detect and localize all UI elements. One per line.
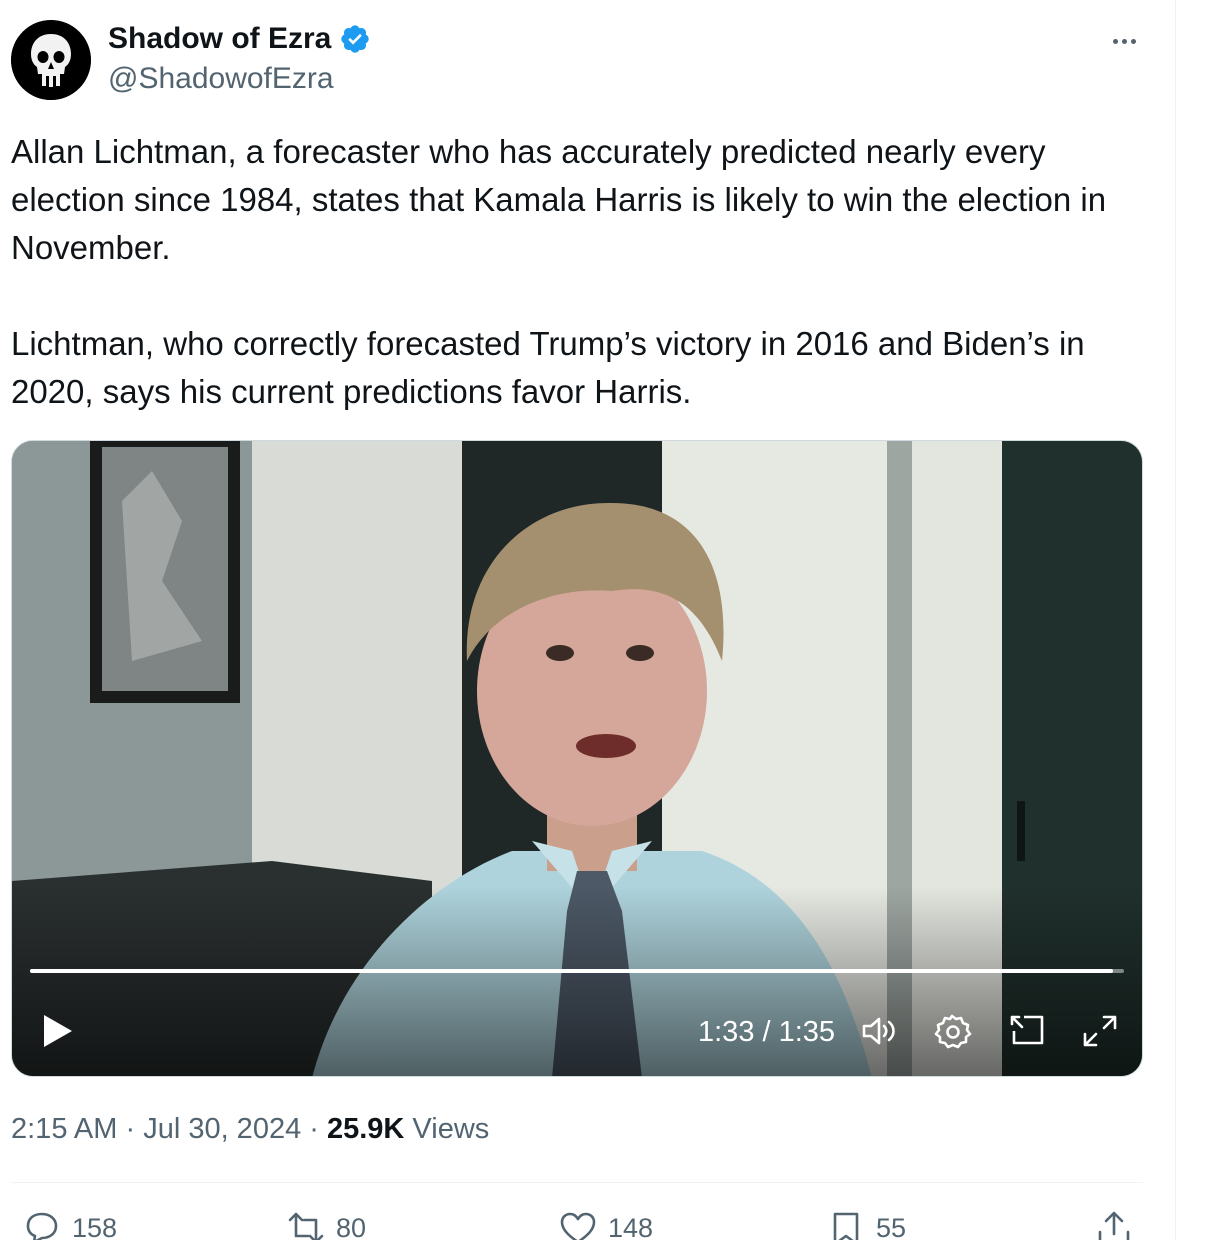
share-button[interactable] bbox=[1092, 1206, 1136, 1240]
heart-icon bbox=[560, 1212, 596, 1240]
repost-icon bbox=[288, 1212, 324, 1240]
verified-badge-icon[interactable] bbox=[339, 23, 371, 55]
more-options-icon[interactable] bbox=[1104, 26, 1144, 56]
like-button[interactable]: 148 bbox=[556, 1206, 653, 1240]
reply-button[interactable]: 158 bbox=[20, 1206, 117, 1240]
views-count: 25.9K bbox=[326, 1113, 405, 1145]
settings-button[interactable] bbox=[930, 1011, 974, 1051]
video-controls: 1:33 / 1:35 bbox=[12, 1001, 1142, 1061]
author-handle[interactable]: @ShadowofEzra bbox=[108, 60, 334, 98]
timeline-border bbox=[1175, 0, 1176, 1240]
action-bar: 158 80 148 55 bbox=[0, 1206, 1160, 1240]
fullscreen-button[interactable] bbox=[1078, 1011, 1122, 1051]
bookmark-icon bbox=[833, 1212, 859, 1240]
share-icon bbox=[1098, 1211, 1130, 1240]
fullscreen-icon bbox=[1083, 1015, 1117, 1047]
settings-icon bbox=[934, 1014, 972, 1049]
tweet-time[interactable]: 2:15 AM bbox=[11, 1113, 117, 1145]
play-button[interactable] bbox=[40, 1011, 76, 1051]
skull-logo-icon bbox=[11, 20, 91, 100]
author-name[interactable]: Shadow of Ezra bbox=[108, 20, 371, 58]
like-count: 148 bbox=[608, 1212, 654, 1240]
volume-button[interactable] bbox=[858, 1011, 902, 1051]
reply-count: 158 bbox=[72, 1212, 118, 1240]
tweet-meta: 2:15 AM · Jul 30, 2024 · 25.9K Views bbox=[11, 1110, 489, 1148]
video-progress-fill bbox=[30, 969, 1114, 973]
repost-count: 80 bbox=[336, 1212, 367, 1240]
play-icon bbox=[44, 1015, 72, 1047]
tweet-date[interactable]: Jul 30, 2024 bbox=[143, 1113, 301, 1145]
author-name-text[interactable]: Shadow of Ezra bbox=[108, 20, 331, 58]
picture-in-picture-icon bbox=[1010, 1015, 1044, 1045]
volume-icon bbox=[862, 1017, 895, 1045]
tweet-paragraph-2: Lichtman, who correctly forecasted Trump… bbox=[11, 325, 1085, 410]
video-player[interactable]: 1:33 / 1:35 bbox=[11, 440, 1143, 1077]
tweet-paragraph-1: Allan Lichtman, a forecaster who has acc… bbox=[11, 133, 1107, 266]
bookmark-count: 55 bbox=[876, 1212, 907, 1240]
repost-button[interactable]: 80 bbox=[284, 1206, 366, 1240]
reply-icon bbox=[26, 1212, 58, 1240]
bookmark-button[interactable]: 55 bbox=[824, 1206, 906, 1240]
tweet-text: Allan Lichtman, a forecaster who has acc… bbox=[11, 128, 1151, 416]
video-progress-bar[interactable] bbox=[30, 969, 1124, 973]
divider bbox=[11, 1182, 1143, 1183]
avatar[interactable] bbox=[11, 20, 91, 100]
picture-in-picture-button[interactable] bbox=[1004, 1011, 1048, 1051]
video-time-label: 1:33 / 1:35 bbox=[698, 1016, 836, 1048]
meta-separator: · bbox=[117, 1113, 144, 1145]
tweet: Shadow of Ezra @ShadowofEzra Allan Licht… bbox=[0, 0, 1160, 1240]
views-label: Views bbox=[404, 1113, 490, 1145]
meta-separator: · bbox=[301, 1113, 327, 1145]
